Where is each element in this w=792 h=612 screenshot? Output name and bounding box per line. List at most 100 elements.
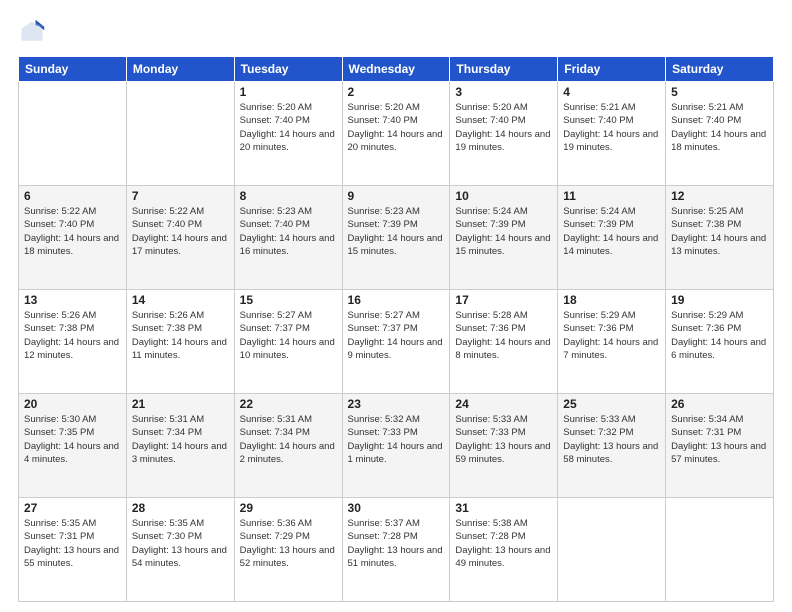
day-number: 29 [240, 501, 337, 515]
calendar-week-row: 27 Sunrise: 5:35 AMSunset: 7:31 PMDaylig… [19, 498, 774, 602]
calendar-cell [126, 82, 234, 186]
day-info: Sunrise: 5:30 AMSunset: 7:35 PMDaylight:… [24, 414, 119, 465]
day-number: 14 [132, 293, 229, 307]
calendar-cell: 15 Sunrise: 5:27 AMSunset: 7:37 PMDaylig… [234, 290, 342, 394]
calendar-cell: 29 Sunrise: 5:36 AMSunset: 7:29 PMDaylig… [234, 498, 342, 602]
calendar-cell: 12 Sunrise: 5:25 AMSunset: 7:38 PMDaylig… [666, 186, 774, 290]
calendar-cell: 17 Sunrise: 5:28 AMSunset: 7:36 PMDaylig… [450, 290, 558, 394]
day-info: Sunrise: 5:33 AMSunset: 7:32 PMDaylight:… [563, 414, 658, 465]
calendar-cell: 19 Sunrise: 5:29 AMSunset: 7:36 PMDaylig… [666, 290, 774, 394]
calendar-header-row: SundayMondayTuesdayWednesdayThursdayFrid… [19, 57, 774, 82]
logo [18, 18, 50, 46]
calendar: SundayMondayTuesdayWednesdayThursdayFrid… [18, 56, 774, 602]
day-number: 30 [348, 501, 445, 515]
calendar-cell: 4 Sunrise: 5:21 AMSunset: 7:40 PMDayligh… [558, 82, 666, 186]
day-info: Sunrise: 5:20 AMSunset: 7:40 PMDaylight:… [455, 102, 550, 153]
calendar-cell: 9 Sunrise: 5:23 AMSunset: 7:39 PMDayligh… [342, 186, 450, 290]
calendar-cell: 27 Sunrise: 5:35 AMSunset: 7:31 PMDaylig… [19, 498, 127, 602]
day-number: 6 [24, 189, 121, 203]
day-number: 22 [240, 397, 337, 411]
day-number: 31 [455, 501, 552, 515]
day-number: 9 [348, 189, 445, 203]
day-info: Sunrise: 5:38 AMSunset: 7:28 PMDaylight:… [455, 518, 550, 569]
day-number: 20 [24, 397, 121, 411]
calendar-cell: 8 Sunrise: 5:23 AMSunset: 7:40 PMDayligh… [234, 186, 342, 290]
day-number: 25 [563, 397, 660, 411]
day-number: 18 [563, 293, 660, 307]
day-number: 8 [240, 189, 337, 203]
calendar-week-row: 20 Sunrise: 5:30 AMSunset: 7:35 PMDaylig… [19, 394, 774, 498]
weekday-header: Friday [558, 57, 666, 82]
calendar-cell: 7 Sunrise: 5:22 AMSunset: 7:40 PMDayligh… [126, 186, 234, 290]
calendar-cell: 3 Sunrise: 5:20 AMSunset: 7:40 PMDayligh… [450, 82, 558, 186]
day-info: Sunrise: 5:23 AMSunset: 7:40 PMDaylight:… [240, 206, 335, 257]
day-info: Sunrise: 5:20 AMSunset: 7:40 PMDaylight:… [240, 102, 335, 153]
day-info: Sunrise: 5:24 AMSunset: 7:39 PMDaylight:… [563, 206, 658, 257]
calendar-cell: 22 Sunrise: 5:31 AMSunset: 7:34 PMDaylig… [234, 394, 342, 498]
day-info: Sunrise: 5:21 AMSunset: 7:40 PMDaylight:… [563, 102, 658, 153]
weekday-header: Tuesday [234, 57, 342, 82]
day-number: 27 [24, 501, 121, 515]
page: SundayMondayTuesdayWednesdayThursdayFrid… [0, 0, 792, 612]
calendar-cell: 10 Sunrise: 5:24 AMSunset: 7:39 PMDaylig… [450, 186, 558, 290]
weekday-header: Wednesday [342, 57, 450, 82]
day-info: Sunrise: 5:22 AMSunset: 7:40 PMDaylight:… [24, 206, 119, 257]
calendar-cell: 6 Sunrise: 5:22 AMSunset: 7:40 PMDayligh… [19, 186, 127, 290]
day-number: 7 [132, 189, 229, 203]
day-number: 24 [455, 397, 552, 411]
day-number: 19 [671, 293, 768, 307]
day-number: 10 [455, 189, 552, 203]
day-info: Sunrise: 5:24 AMSunset: 7:39 PMDaylight:… [455, 206, 550, 257]
calendar-cell [666, 498, 774, 602]
calendar-cell: 23 Sunrise: 5:32 AMSunset: 7:33 PMDaylig… [342, 394, 450, 498]
weekday-header: Monday [126, 57, 234, 82]
day-info: Sunrise: 5:26 AMSunset: 7:38 PMDaylight:… [132, 310, 227, 361]
calendar-cell: 18 Sunrise: 5:29 AMSunset: 7:36 PMDaylig… [558, 290, 666, 394]
day-number: 26 [671, 397, 768, 411]
day-info: Sunrise: 5:31 AMSunset: 7:34 PMDaylight:… [240, 414, 335, 465]
day-number: 21 [132, 397, 229, 411]
day-number: 3 [455, 85, 552, 99]
day-number: 13 [24, 293, 121, 307]
calendar-cell: 24 Sunrise: 5:33 AMSunset: 7:33 PMDaylig… [450, 394, 558, 498]
day-info: Sunrise: 5:27 AMSunset: 7:37 PMDaylight:… [240, 310, 335, 361]
day-number: 23 [348, 397, 445, 411]
day-info: Sunrise: 5:29 AMSunset: 7:36 PMDaylight:… [563, 310, 658, 361]
day-info: Sunrise: 5:35 AMSunset: 7:31 PMDaylight:… [24, 518, 119, 569]
day-info: Sunrise: 5:23 AMSunset: 7:39 PMDaylight:… [348, 206, 443, 257]
calendar-cell: 16 Sunrise: 5:27 AMSunset: 7:37 PMDaylig… [342, 290, 450, 394]
calendar-cell: 25 Sunrise: 5:33 AMSunset: 7:32 PMDaylig… [558, 394, 666, 498]
calendar-cell: 1 Sunrise: 5:20 AMSunset: 7:40 PMDayligh… [234, 82, 342, 186]
calendar-week-row: 6 Sunrise: 5:22 AMSunset: 7:40 PMDayligh… [19, 186, 774, 290]
day-info: Sunrise: 5:33 AMSunset: 7:33 PMDaylight:… [455, 414, 550, 465]
calendar-cell: 14 Sunrise: 5:26 AMSunset: 7:38 PMDaylig… [126, 290, 234, 394]
day-number: 2 [348, 85, 445, 99]
day-info: Sunrise: 5:35 AMSunset: 7:30 PMDaylight:… [132, 518, 227, 569]
weekday-header: Sunday [19, 57, 127, 82]
day-info: Sunrise: 5:22 AMSunset: 7:40 PMDaylight:… [132, 206, 227, 257]
calendar-cell [19, 82, 127, 186]
day-number: 28 [132, 501, 229, 515]
calendar-cell: 13 Sunrise: 5:26 AMSunset: 7:38 PMDaylig… [19, 290, 127, 394]
calendar-cell: 5 Sunrise: 5:21 AMSunset: 7:40 PMDayligh… [666, 82, 774, 186]
header [18, 18, 774, 46]
day-info: Sunrise: 5:27 AMSunset: 7:37 PMDaylight:… [348, 310, 443, 361]
day-number: 16 [348, 293, 445, 307]
day-info: Sunrise: 5:34 AMSunset: 7:31 PMDaylight:… [671, 414, 766, 465]
day-number: 17 [455, 293, 552, 307]
day-number: 1 [240, 85, 337, 99]
day-info: Sunrise: 5:28 AMSunset: 7:36 PMDaylight:… [455, 310, 550, 361]
day-info: Sunrise: 5:31 AMSunset: 7:34 PMDaylight:… [132, 414, 227, 465]
day-number: 12 [671, 189, 768, 203]
calendar-week-row: 1 Sunrise: 5:20 AMSunset: 7:40 PMDayligh… [19, 82, 774, 186]
logo-icon [18, 18, 46, 46]
day-info: Sunrise: 5:37 AMSunset: 7:28 PMDaylight:… [348, 518, 443, 569]
day-info: Sunrise: 5:36 AMSunset: 7:29 PMDaylight:… [240, 518, 335, 569]
calendar-cell: 31 Sunrise: 5:38 AMSunset: 7:28 PMDaylig… [450, 498, 558, 602]
calendar-cell [558, 498, 666, 602]
calendar-week-row: 13 Sunrise: 5:26 AMSunset: 7:38 PMDaylig… [19, 290, 774, 394]
day-number: 5 [671, 85, 768, 99]
calendar-cell: 11 Sunrise: 5:24 AMSunset: 7:39 PMDaylig… [558, 186, 666, 290]
calendar-cell: 2 Sunrise: 5:20 AMSunset: 7:40 PMDayligh… [342, 82, 450, 186]
day-info: Sunrise: 5:20 AMSunset: 7:40 PMDaylight:… [348, 102, 443, 153]
